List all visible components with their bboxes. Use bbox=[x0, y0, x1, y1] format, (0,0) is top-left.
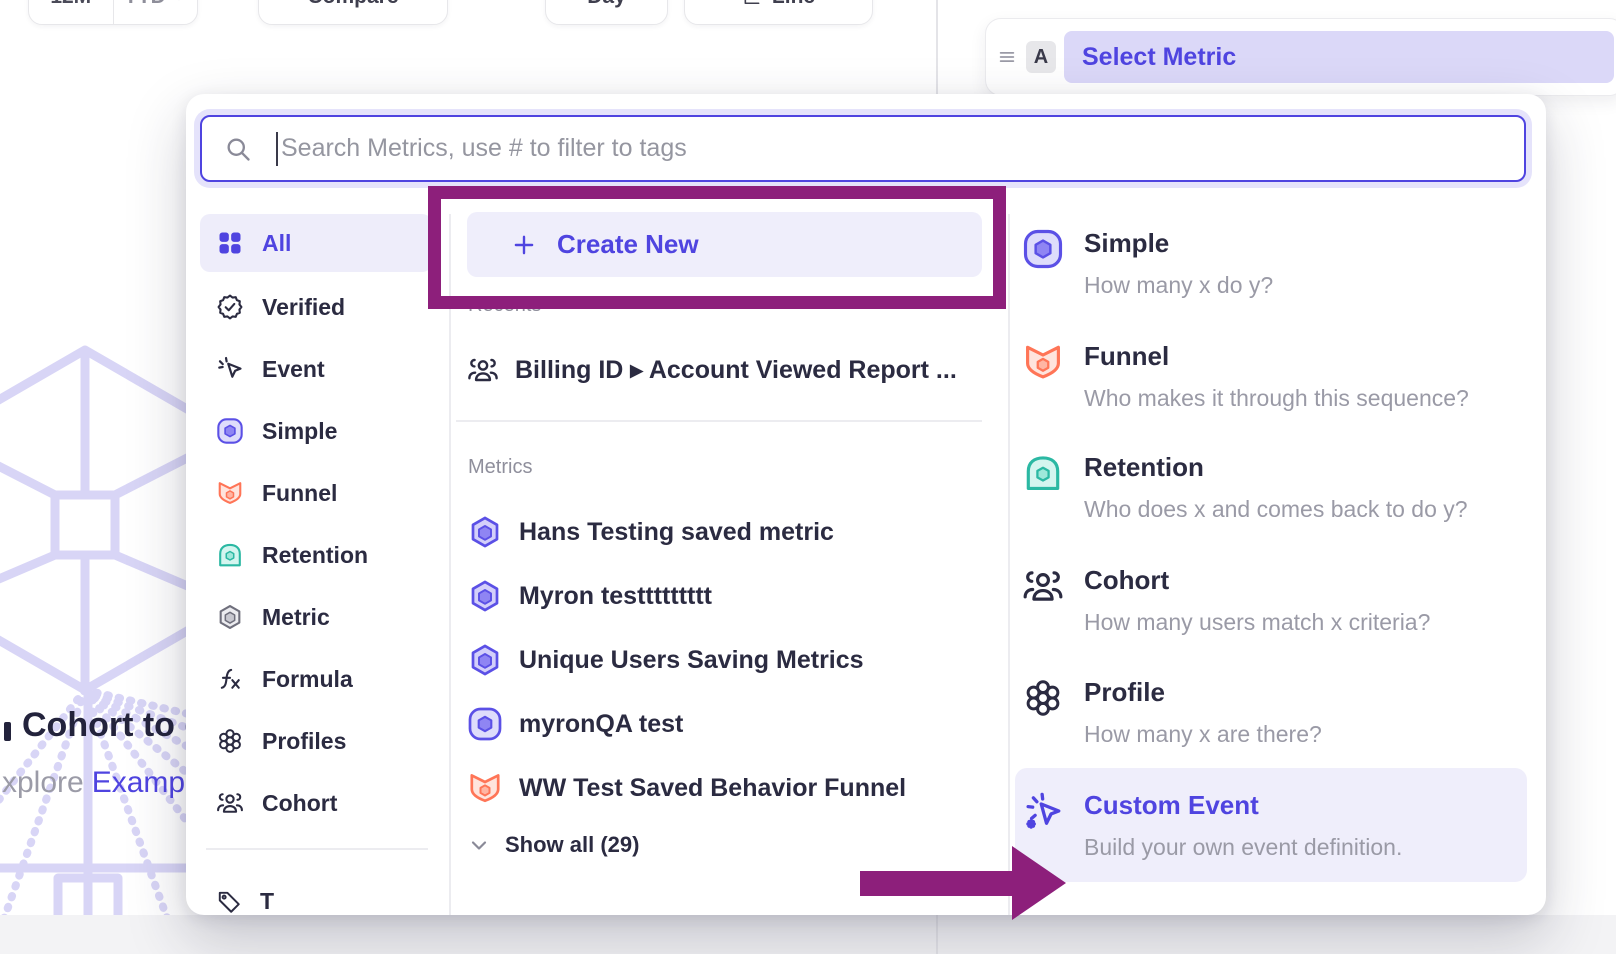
type-item-profile[interactable]: Profile How many x are there? bbox=[1022, 677, 1524, 748]
type-item-retention[interactable]: Retention Who does x and comes back to d… bbox=[1022, 452, 1524, 523]
cohort-people-icon bbox=[1022, 565, 1064, 607]
grid-icon bbox=[216, 229, 244, 257]
simple-icon bbox=[216, 417, 244, 445]
sidebar-item-metric[interactable]: Metric bbox=[200, 586, 432, 648]
metric-row-card: A Select Metric bbox=[985, 18, 1616, 96]
type-item-custom-event[interactable]: Custom Event Build your own event defini… bbox=[1015, 768, 1527, 882]
sidebar-item-event[interactable]: Event bbox=[200, 338, 432, 400]
clipped-letter-fragment bbox=[4, 722, 11, 741]
funnel-icon bbox=[1022, 341, 1064, 383]
verified-badge-icon bbox=[216, 293, 244, 321]
search-icon bbox=[224, 135, 252, 163]
retention-icon bbox=[1022, 452, 1064, 494]
sidebar-item-formula[interactable]: Formula bbox=[200, 648, 432, 710]
sidebar-item-cohort[interactable]: Cohort bbox=[200, 772, 432, 834]
show-all-button[interactable]: Show all (29) bbox=[467, 832, 639, 858]
type-item-funnel[interactable]: Funnel Who makes it through this sequenc… bbox=[1022, 341, 1524, 412]
saved-metric-item[interactable]: Hans Testing saved metric bbox=[467, 506, 834, 558]
event-cursor-icon bbox=[216, 355, 244, 383]
sidebar-item-tags-clipped[interactable]: T bbox=[216, 888, 274, 915]
funnel-icon bbox=[216, 479, 244, 507]
cohort-people-icon bbox=[467, 354, 499, 386]
cohort-people-icon bbox=[216, 789, 244, 817]
granularity-day-button[interactable]: Day bbox=[545, 0, 668, 25]
metric-badge-purple-icon bbox=[467, 514, 503, 550]
sidebar-item-funnel[interactable]: Funnel bbox=[200, 462, 432, 524]
sidebar-item-all[interactable]: All bbox=[200, 214, 432, 272]
range-12m-button[interactable]: 12M bbox=[29, 0, 113, 24]
compare-button[interactable]: Compare bbox=[258, 0, 448, 25]
search-input[interactable] bbox=[278, 117, 1524, 180]
column-divider bbox=[1008, 214, 1010, 915]
chart-type-line-button[interactable]: Line bbox=[684, 0, 873, 25]
type-item-simple[interactable]: Simple How many x do y? bbox=[1022, 228, 1524, 299]
simple-icon bbox=[467, 706, 503, 742]
chevron-down-icon bbox=[171, 0, 187, 5]
sidebar-item-retention[interactable]: Retention bbox=[200, 524, 432, 586]
saved-metric-item[interactable]: Unique Users Saving Metrics bbox=[467, 634, 864, 686]
custom-event-row: Custom Event Build your own event defini… bbox=[1022, 790, 1524, 861]
sidebar-item-verified[interactable]: Verified bbox=[200, 276, 432, 338]
sidebar-item-simple[interactable]: Simple bbox=[200, 400, 432, 462]
metric-hexagon-icon bbox=[216, 603, 244, 631]
filter-sidebar: All Verified Event Simple Funnel Retenti… bbox=[200, 214, 432, 860]
range-ytd-button[interactable]: YTD bbox=[113, 0, 198, 24]
app-window: Cohort to ge xploreExample 12M YTD Compa… bbox=[0, 0, 1616, 954]
line-chart-icon bbox=[742, 0, 762, 7]
saved-metric-item[interactable]: myronQA test bbox=[467, 698, 683, 750]
metric-picker-modal: All Verified Event Simple Funnel Retenti… bbox=[186, 94, 1546, 915]
saved-metric-item[interactable]: WW Test Saved Behavior Funnel bbox=[467, 762, 906, 814]
sidebar-divider bbox=[206, 848, 428, 850]
recent-item[interactable]: Billing ID ▸ Account Viewed Report ... bbox=[467, 348, 957, 392]
chevron-down-icon bbox=[467, 833, 491, 857]
saved-metric-item[interactable]: Myron testtttttttt bbox=[467, 570, 712, 622]
panel-divider-bottom bbox=[936, 915, 938, 954]
retention-icon bbox=[216, 541, 244, 569]
recents-heading: Recents bbox=[468, 294, 541, 317]
create-new-button[interactable]: Create New bbox=[467, 212, 982, 277]
panel-divider-top bbox=[936, 0, 938, 94]
tag-icon bbox=[216, 889, 242, 915]
page-bottom-strip bbox=[0, 915, 1616, 954]
metrics-heading: Metrics bbox=[468, 456, 532, 479]
explore-prefix: xplore bbox=[2, 766, 84, 799]
plus-icon bbox=[511, 232, 537, 258]
section-divider bbox=[456, 420, 982, 422]
custom-event-icon bbox=[1022, 790, 1064, 832]
search-box bbox=[200, 115, 1526, 182]
metric-badge-purple-icon bbox=[467, 642, 503, 678]
metric-row-letter-badge: A bbox=[1026, 41, 1056, 73]
date-range-segmented-control: 12M YTD bbox=[28, 0, 198, 25]
select-metric-button[interactable]: Select Metric bbox=[1064, 31, 1614, 83]
profiles-flower-icon bbox=[216, 727, 244, 755]
metric-badge-purple-icon bbox=[467, 578, 503, 614]
formula-fx-icon bbox=[216, 665, 244, 693]
sidebar-item-profiles[interactable]: Profiles bbox=[200, 710, 432, 772]
column-divider bbox=[449, 214, 451, 915]
simple-icon bbox=[1022, 228, 1064, 270]
type-item-cohort[interactable]: Cohort How many users match x criteria? bbox=[1022, 565, 1524, 636]
profiles-flower-icon bbox=[1022, 677, 1064, 719]
funnel-icon bbox=[467, 770, 503, 806]
drag-handle-icon[interactable] bbox=[996, 46, 1018, 68]
